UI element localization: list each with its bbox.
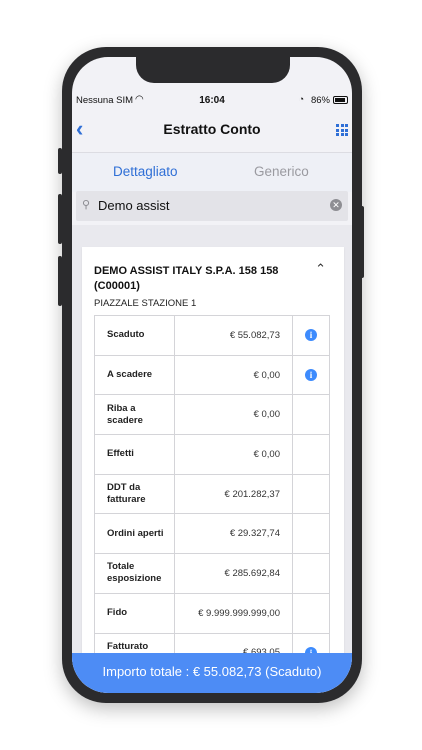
row-label: Riba a scadere [95, 395, 175, 435]
phone-screen: Nessuna SIM ◠ 16:04 ◔ 86% ‹ Estratto Con… [72, 57, 352, 693]
orientation-lock-icon: ◔ [298, 94, 304, 104]
row-label: DDT da fatturare [95, 474, 175, 514]
table-row: Scaduto € 55.082,73 i [95, 316, 330, 356]
table-row: DDT da fatturare € 201.282,37 [95, 474, 330, 515]
customer-name: DEMO ASSIST ITALY S.P.A. 158 158 (C00001… [94, 265, 279, 292]
table-row: Effetti € 0,00 [95, 435, 330, 475]
table-row: A scadere € 0,00 i [95, 355, 330, 396]
row-value: € 29.327,74 [175, 514, 293, 554]
segmented-tabs: Dettagliato Generico [72, 152, 352, 192]
row-value: € 201.282,37 [175, 474, 293, 514]
row-value: € 55.082,73 [175, 316, 293, 355]
notch [136, 57, 290, 83]
row-value: € 0,00 [175, 355, 293, 395]
search-input[interactable]: Demo assist [98, 198, 170, 213]
customer-card: DEMO ASSIST ITALY S.P.A. 158 158 (C00001… [82, 247, 344, 687]
row-label: A scadere [95, 355, 175, 395]
chevron-up-icon[interactable]: ⌃ [315, 261, 326, 277]
volume-down-button [58, 256, 62, 306]
row-label: Fido [95, 593, 175, 633]
power-button [360, 206, 364, 278]
balance-table: Scaduto € 55.082,73 i A scadere € 0,00 i… [94, 315, 330, 674]
battery-percent: 86% [310, 95, 330, 106]
info-icon[interactable]: i [305, 369, 317, 382]
row-label: Ordini aperti [95, 514, 175, 554]
row-value: € 285.692,84 [175, 554, 293, 593]
row-label: Totale esposizione [95, 554, 175, 593]
table-row: Totale esposizione € 285.692,84 [95, 554, 330, 594]
tab-generico[interactable]: Generico [254, 164, 309, 179]
total-footer: Importo totale : € 55.082,73 (Scaduto) [72, 653, 352, 693]
page-title: Estratto Conto [163, 121, 261, 137]
clear-icon[interactable]: ✕ [330, 199, 342, 211]
info-icon[interactable]: i [305, 329, 317, 342]
row-value: € 0,00 [175, 435, 293, 474]
volume-up-button [58, 194, 62, 244]
mute-switch [58, 148, 62, 174]
row-value: € 0,00 [175, 395, 293, 435]
battery-icon [333, 96, 348, 104]
content-area: DEMO ASSIST ITALY S.P.A. 158 158 (C00001… [72, 225, 352, 693]
status-bar: Nessuna SIM ◠ 16:04 ◔ 86% [72, 93, 352, 109]
row-label: Effetti [95, 435, 175, 474]
customer-address: PIAZZALE STAZIONE 1 [94, 298, 197, 309]
grid-menu-icon[interactable] [336, 124, 348, 136]
row-value: € 9.999.999.999,00 [175, 593, 293, 633]
search-bar[interactable]: ⚲ Demo assist ✕ [76, 191, 348, 221]
tab-dettagliato[interactable]: Dettagliato [113, 164, 178, 179]
table-row: Ordini aperti € 29.327,74 [95, 514, 330, 555]
nav-bar: ‹ Estratto Conto [72, 112, 352, 152]
row-label: Scaduto [95, 316, 175, 355]
table-row: Riba a scadere € 0,00 [95, 395, 330, 436]
table-row: Fido € 9.999.999.999,00 [95, 593, 330, 634]
search-icon: ⚲ [82, 199, 91, 211]
